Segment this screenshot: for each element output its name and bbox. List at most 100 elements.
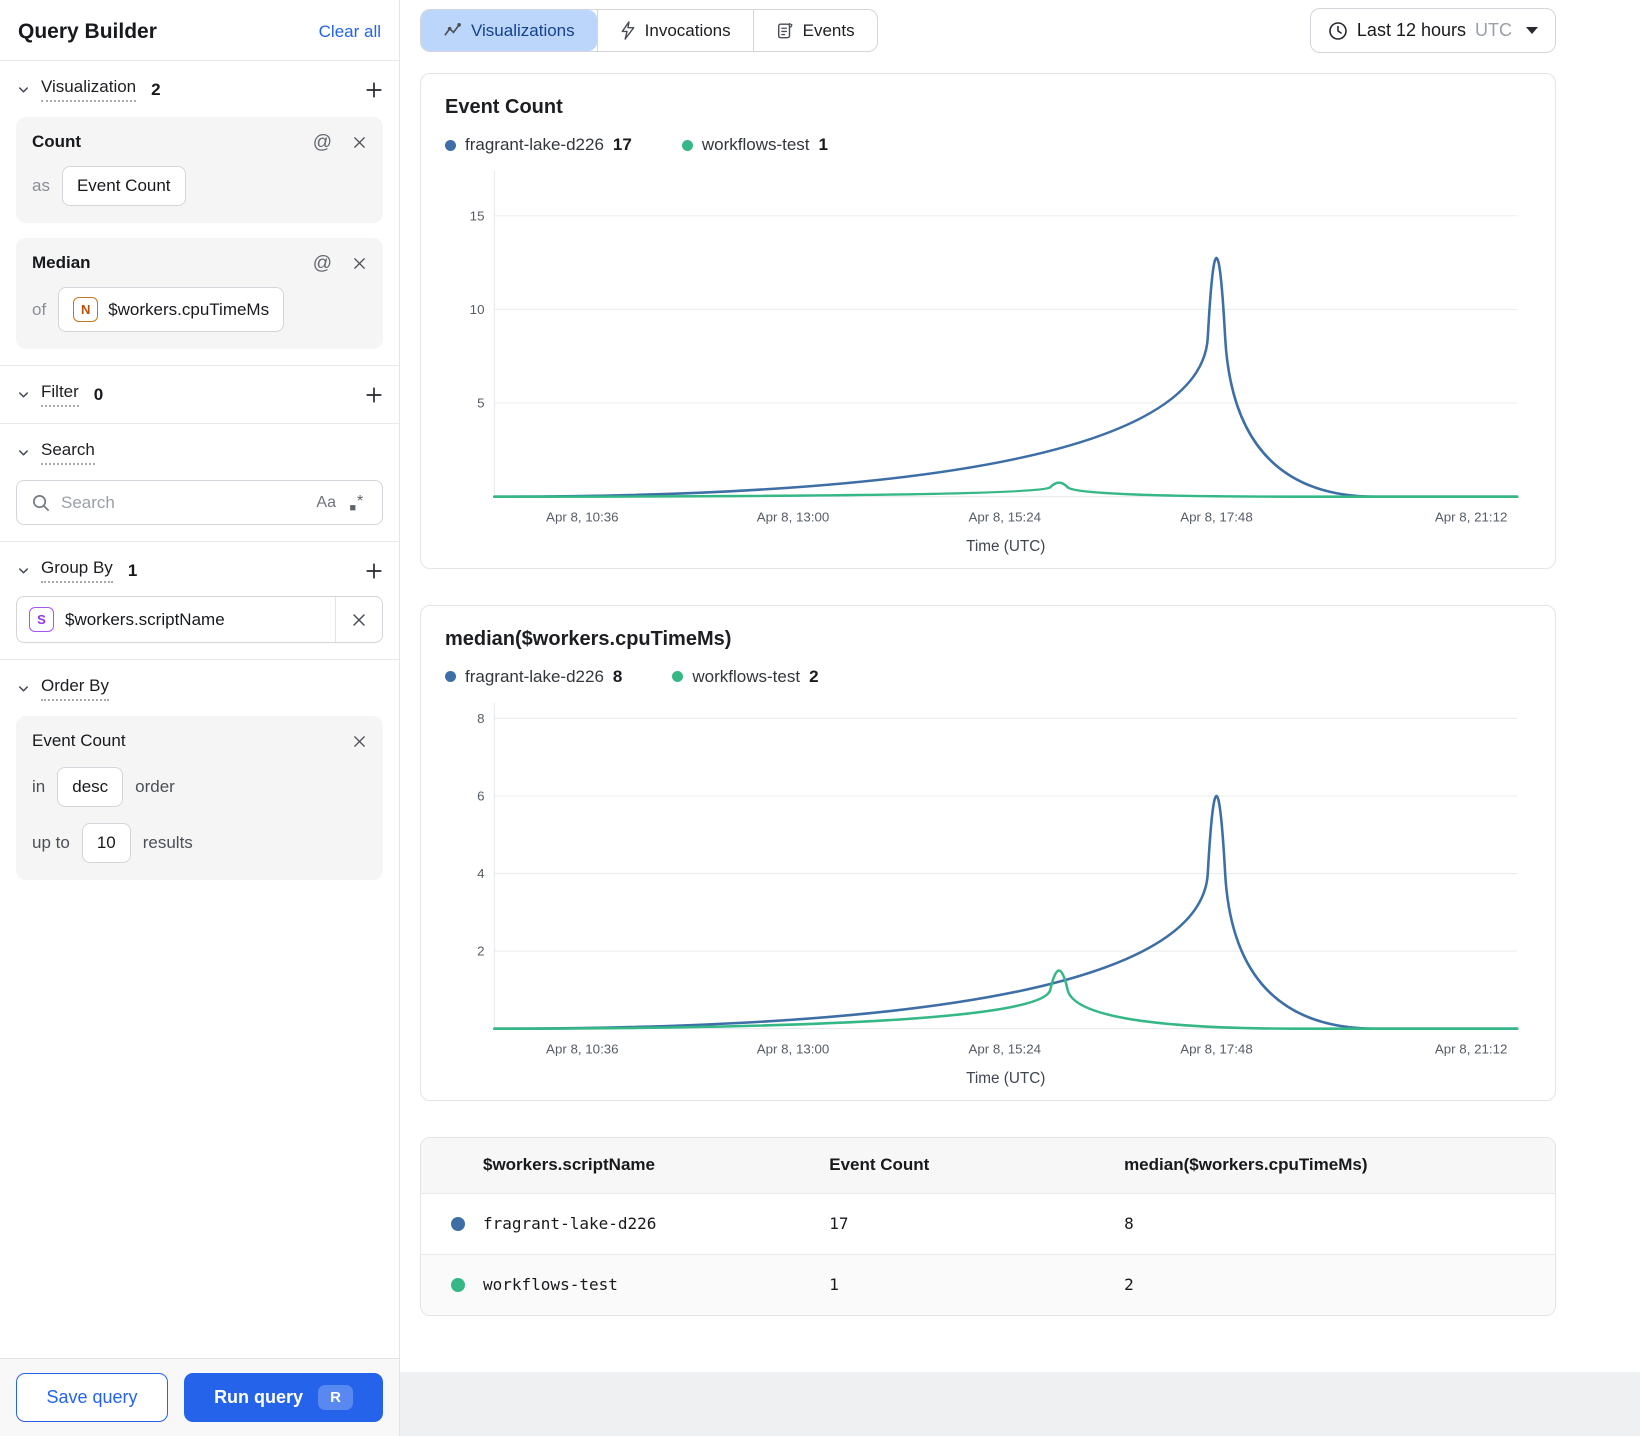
close-icon[interactable] — [336, 612, 382, 628]
add-visualization-button[interactable] — [365, 81, 383, 99]
close-icon[interactable] — [352, 734, 367, 749]
column-header-event-count: Event Count — [829, 1155, 930, 1175]
as-label: as — [32, 176, 50, 195]
table-row: fragrant-lake-d226 17 8 — [421, 1192, 1555, 1254]
tab-invocations-label: Invocations — [644, 20, 731, 40]
clear-all-button[interactable]: Clear all — [319, 22, 381, 42]
x-tick-label: Apr 8, 21:12 — [1435, 509, 1508, 524]
tab-events[interactable]: Events — [754, 10, 877, 51]
legend-dot — [672, 671, 684, 683]
count-alias-chip[interactable]: Event Count — [61, 166, 186, 206]
chart-title: median($workers.cpuTimeMs) — [445, 627, 732, 650]
of-label: of — [32, 299, 47, 319]
legend-name: fragrant-lake-d226 — [465, 666, 604, 686]
string-type-icon: S — [29, 607, 54, 632]
order-by-card: Event Count in desc order up to 10 resul… — [16, 716, 383, 880]
at-icon[interactable]: @ — [313, 254, 332, 273]
x-tick-label: Apr 8, 10:36 — [546, 1041, 619, 1056]
svg-text:8: 8 — [477, 711, 484, 726]
group-by-field-chip[interactable]: S $workers.scriptName — [16, 596, 383, 643]
legend-value: 2 — [809, 666, 819, 686]
count-visualization-card: Count @ as Event Count — [16, 117, 383, 223]
tab-visualizations-label: Visualizations — [471, 20, 575, 40]
close-icon[interactable] — [352, 135, 367, 150]
median-visualization-card: Median @ of N $workers.cpuTimeMs — [16, 238, 383, 349]
x-axis-title: Time (UTC) — [966, 1070, 1045, 1087]
table-header-row: $workers.scriptName Event Count median($… — [421, 1137, 1555, 1193]
search-input[interactable] — [61, 492, 306, 513]
group-by-section: Group By 1 S $workers.scriptName — [0, 542, 399, 659]
x-tick-label: Apr 8, 15:24 — [968, 1041, 1041, 1056]
x-tick-label: Apr 8, 17:48 — [1180, 1041, 1253, 1056]
x-axis-title: Time (UTC) — [966, 538, 1045, 555]
clock-icon — [1328, 21, 1348, 41]
add-filter-button[interactable] — [365, 386, 383, 404]
caret-down-icon — [1526, 27, 1538, 34]
order-direction-select[interactable]: desc — [57, 767, 124, 807]
event-count-chart-card: Event Count fragrant-lake-d226 17 workflow… — [420, 73, 1556, 569]
add-group-by-button[interactable] — [365, 562, 383, 580]
legend-value: 17 — [612, 135, 632, 154]
svg-text:6: 6 — [477, 788, 484, 803]
chart-title: Event Count — [445, 96, 563, 118]
legend-name: fragrant-lake-d226 — [465, 135, 604, 154]
page-title: Query Builder — [18, 20, 157, 43]
close-icon[interactable] — [352, 256, 367, 271]
series-color-dot — [451, 1216, 465, 1231]
lightning-icon — [620, 21, 636, 40]
legend-dot — [445, 139, 456, 151]
column-header-script-name: $workers.scriptName — [483, 1155, 655, 1175]
median-field-chip[interactable]: N $workers.cpuTimeMs — [58, 287, 285, 332]
legend-value: 1 — [818, 135, 828, 154]
median-chart: 2 4 6 8 Apr 8, 10:36 Apr 8, 13:00 Apr 8, 15:24… — [445, 693, 1531, 1090]
group-by-field-name: $workers.scriptName — [65, 609, 225, 629]
column-header-median: median($workers.cpuTimeMs) — [1124, 1155, 1368, 1175]
chevron-down-icon[interactable] — [16, 563, 31, 578]
svg-text:5: 5 — [477, 395, 484, 410]
median-card-title: Median — [32, 253, 91, 272]
legend-item[interactable]: fragrant-lake-d226 17 — [445, 135, 632, 155]
event-count-chart: 5 10 15 Apr 8, 10:36 Apr 8, 13:00 Apr 8, 15:2… — [445, 161, 1531, 558]
median-field-name: $workers.cpuTimeMs — [108, 299, 270, 319]
chevron-down-icon[interactable] — [16, 387, 31, 402]
chevron-down-icon[interactable] — [16, 681, 31, 696]
median-cell: 8 — [1124, 1214, 1134, 1234]
event-count-cell: 17 — [829, 1214, 849, 1234]
query-builder-sidebar: Query Builder Clear all Visualization 2 … — [0, 0, 400, 1436]
legend-item[interactable]: workflows-test 2 — [672, 666, 819, 687]
legend-item[interactable]: fragrant-lake-d226 8 — [445, 667, 622, 687]
number-type-icon: N — [73, 297, 99, 322]
time-range-label: Last 12 hours — [1356, 20, 1466, 40]
series-line-fragrant-lake-d226 — [493, 794, 1519, 1030]
time-range-select[interactable]: Last 12 hours UTC — [1309, 8, 1556, 53]
order-by-section-label: Order By — [41, 676, 110, 701]
tab-invocations[interactable]: Invocations — [598, 10, 753, 51]
median-cell: 2 — [1124, 1275, 1134, 1295]
series-color-dot — [451, 1277, 465, 1292]
legend-item[interactable]: workflows-test 1 — [681, 135, 828, 155]
chevron-down-icon[interactable] — [16, 82, 31, 97]
sidebar-footer: Save query Run query R — [0, 1358, 399, 1436]
script-name-cell: workflows-test — [483, 1274, 618, 1294]
run-query-button[interactable]: Run query R — [184, 1373, 383, 1422]
result-limit-input[interactable]: 10 — [81, 823, 131, 863]
event-count-cell: 1 — [829, 1275, 839, 1295]
order-label: order — [135, 777, 175, 796]
search-section: Search Aa * — [0, 424, 399, 541]
script-name-cell: fragrant-lake-d226 — [483, 1213, 657, 1233]
sidebar-content: Visualization 2 Count @ as Event Count M… — [0, 61, 399, 1358]
x-tick-label: Apr 8, 10:36 — [546, 509, 619, 524]
visualization-section: Visualization 2 Count @ as Event Count M… — [0, 61, 399, 365]
group-by-count: 1 — [127, 560, 138, 580]
svg-text:4: 4 — [477, 866, 485, 881]
search-box: Aa * — [16, 480, 383, 525]
chevron-down-icon[interactable] — [16, 445, 31, 460]
regex-toggle-icon[interactable]: * — [347, 492, 368, 513]
svg-text:*: * — [357, 493, 363, 510]
chart-legend: fragrant-lake-d226 17 workflows-test 1 — [445, 135, 1531, 155]
case-sensitivity-toggle[interactable]: Aa — [316, 494, 336, 512]
save-query-button[interactable]: Save query — [16, 1373, 168, 1422]
at-icon[interactable]: @ — [313, 133, 332, 152]
filter-count: 0 — [93, 384, 104, 404]
tab-visualizations[interactable]: Visualizations — [421, 10, 597, 51]
